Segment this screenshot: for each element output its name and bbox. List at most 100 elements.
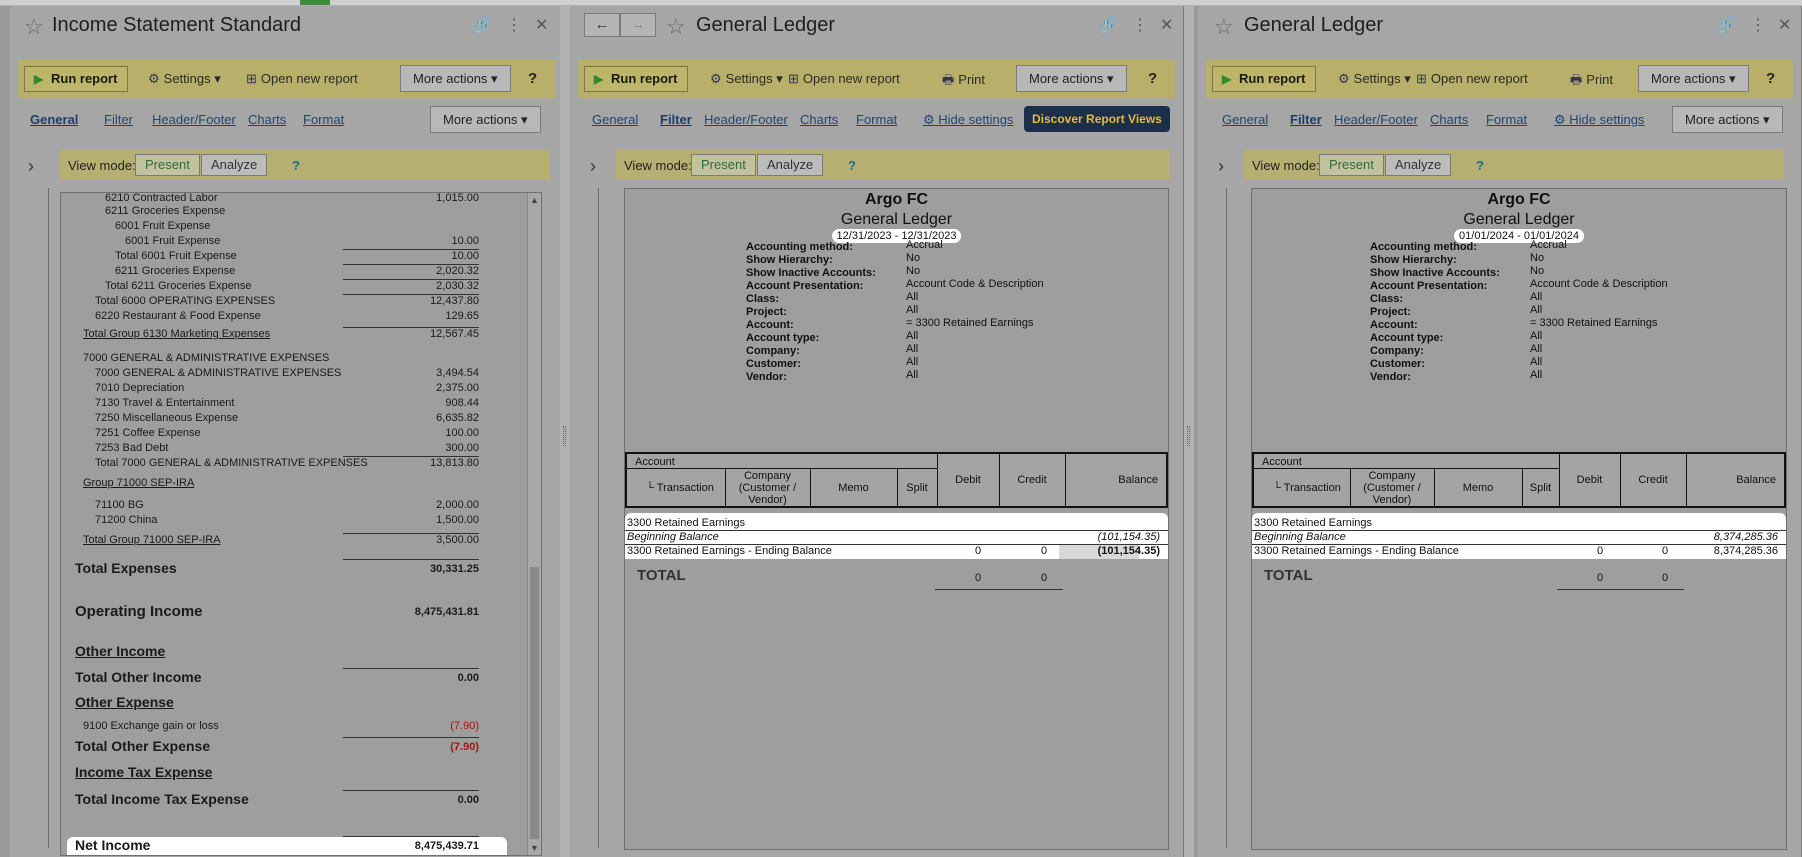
view-mode-help[interactable]: ? [1476, 158, 1484, 173]
column-debit[interactable]: Debit [1559, 474, 1620, 486]
settings-menu[interactable]: ⚙ Settings ▾ [1338, 71, 1411, 87]
column-transaction[interactable]: └ Transaction [637, 482, 723, 494]
scroll-up-icon[interactable]: ▲ [530, 195, 539, 205]
tab-charts[interactable]: Charts [248, 112, 286, 127]
run-report-button[interactable]: ▶ Run report [24, 66, 129, 92]
forward-button[interactable]: → [620, 13, 656, 37]
tab-format[interactable]: Format [303, 112, 344, 127]
column-balance[interactable]: Balance [1118, 474, 1158, 486]
column-split[interactable]: Split [897, 482, 937, 494]
tab-format[interactable]: Format [1486, 112, 1527, 127]
column-split[interactable]: Split [1522, 482, 1559, 494]
favorite-star-icon[interactable]: ☆ [1214, 14, 1234, 40]
print-button[interactable]: 🖶 Print [942, 71, 985, 93]
close-icon[interactable]: ✕ [1778, 15, 1791, 35]
panel-divider[interactable] [1184, 6, 1194, 857]
hide-settings-link[interactable]: ⚙ Hide settings [923, 112, 1013, 128]
report-line-label: 6001 Fruit Expense [125, 235, 221, 247]
gear-icon: ⚙ [1554, 112, 1570, 127]
expand-chevron-icon[interactable]: › [590, 156, 596, 177]
tab-charts[interactable]: Charts [1430, 112, 1468, 127]
analyze-toggle[interactable]: Analyze [201, 154, 268, 176]
tab-header-footer[interactable]: Header/Footer [1334, 112, 1418, 127]
resize-grip-icon[interactable] [563, 426, 566, 446]
column-credit[interactable]: Credit [1620, 474, 1686, 486]
open-new-report-button[interactable]: ⊞ Open new report [788, 71, 900, 87]
header-grid-line [1065, 454, 1066, 506]
column-account[interactable]: Account [1262, 456, 1302, 468]
close-icon[interactable]: ✕ [535, 15, 548, 35]
help-button[interactable]: ? [1148, 70, 1157, 87]
more-actions-button[interactable]: More actions ▾ [1016, 65, 1127, 92]
report-line-label: Total Expenses [75, 560, 177, 576]
close-icon[interactable]: ✕ [1160, 15, 1173, 35]
analyze-toggle[interactable]: Analyze [757, 154, 824, 176]
help-button[interactable]: ? [528, 70, 537, 87]
kebab-menu-icon[interactable]: ⋮ [1750, 15, 1766, 35]
scroll-thumb[interactable] [530, 567, 539, 839]
report-toolbar: ▶ Run report ⚙ Settings ▾ ⊞ Open new report… [18, 60, 556, 98]
link-icon[interactable]: 🔗 [472, 15, 492, 35]
filter-value: Account Code & Description [906, 278, 1044, 290]
present-toggle[interactable]: Present [135, 154, 200, 176]
filter-value: Account Code & Description [1530, 278, 1668, 290]
tab-filter[interactable]: Filter [660, 112, 692, 127]
tabs-more-actions-button[interactable]: More actions ▾ [430, 106, 541, 133]
favorite-star-icon[interactable]: ☆ [666, 14, 686, 40]
report-tabs: General Filter Header/Footer Charts Form… [578, 102, 1175, 138]
report-line-amount: 2,030.32 [436, 280, 479, 292]
discover-report-views-tooltip[interactable]: Discover Report Views [1024, 106, 1170, 132]
tab-general[interactable]: General [1222, 112, 1268, 127]
printer-icon: 🖶 [942, 72, 955, 87]
resize-grip-icon[interactable] [1187, 426, 1190, 446]
settings-menu[interactable]: ⚙ Settings ▾ [148, 71, 221, 87]
open-new-report-button[interactable]: ⊞ Open new report [246, 71, 358, 87]
view-mode-help[interactable]: ? [848, 158, 856, 173]
favorite-star-icon[interactable]: ☆ [24, 14, 44, 40]
help-button[interactable]: ? [1766, 70, 1775, 87]
link-icon[interactable]: 🔗 [1098, 15, 1118, 35]
column-balance[interactable]: Balance [1736, 474, 1776, 486]
tab-general[interactable]: General [592, 112, 638, 127]
open-new-report-button[interactable]: ⊞ Open new report [1416, 71, 1528, 87]
column-debit[interactable]: Debit [937, 474, 999, 486]
panel-divider[interactable] [560, 6, 570, 857]
tabs-more-actions-button[interactable]: More actions ▾ [1672, 106, 1783, 133]
scroll-down-icon[interactable]: ▼ [530, 843, 539, 853]
view-mode-bar: View mode: Present Analyze ? [616, 150, 1170, 180]
tab-charts[interactable]: Charts [800, 112, 838, 127]
run-report-button[interactable]: ▶ Run report [584, 66, 689, 92]
print-button[interactable]: 🖶 Print [1570, 71, 1613, 93]
column-company[interactable]: Company (Customer / Vendor) [1352, 470, 1432, 506]
tab-filter[interactable]: Filter [1290, 112, 1322, 127]
tab-header-footer[interactable]: Header/Footer [704, 112, 788, 127]
tab-format[interactable]: Format [856, 112, 897, 127]
tab-filter[interactable]: Filter [104, 112, 133, 127]
report-line-amount: 2,000.00 [436, 499, 479, 511]
column-credit[interactable]: Credit [999, 474, 1065, 486]
analyze-toggle[interactable]: Analyze [1385, 154, 1452, 176]
present-toggle[interactable]: Present [691, 154, 756, 176]
tab-general[interactable]: General [30, 112, 78, 127]
settings-menu[interactable]: ⚙ Settings ▾ [710, 71, 783, 87]
hide-settings-link[interactable]: ⚙ Hide settings [1554, 112, 1644, 128]
column-memo[interactable]: Memo [810, 482, 897, 494]
column-transaction[interactable]: └ Transaction [1264, 482, 1350, 494]
view-mode-help[interactable]: ? [292, 158, 300, 173]
expand-chevron-icon[interactable]: › [28, 156, 34, 177]
column-account[interactable]: Account [635, 456, 675, 468]
more-actions-button[interactable]: More actions ▾ [1638, 65, 1749, 92]
link-icon[interactable]: 🔗 [1716, 15, 1736, 35]
report-scrollbar[interactable]: ▲ ▼ [527, 193, 541, 855]
column-memo[interactable]: Memo [1434, 482, 1522, 494]
column-company[interactable]: Company (Customer / Vendor) [727, 470, 808, 506]
back-button[interactable]: ← [584, 13, 620, 37]
more-actions-button[interactable]: More actions ▾ [400, 65, 511, 92]
kebab-menu-icon[interactable]: ⋮ [1132, 15, 1148, 35]
tab-header-footer[interactable]: Header/Footer [152, 112, 236, 127]
play-icon: ▶ [34, 72, 44, 86]
present-toggle[interactable]: Present [1319, 154, 1384, 176]
run-report-button[interactable]: ▶ Run report [1212, 66, 1317, 92]
expand-chevron-icon[interactable]: › [1218, 156, 1224, 177]
kebab-menu-icon[interactable]: ⋮ [506, 15, 522, 35]
